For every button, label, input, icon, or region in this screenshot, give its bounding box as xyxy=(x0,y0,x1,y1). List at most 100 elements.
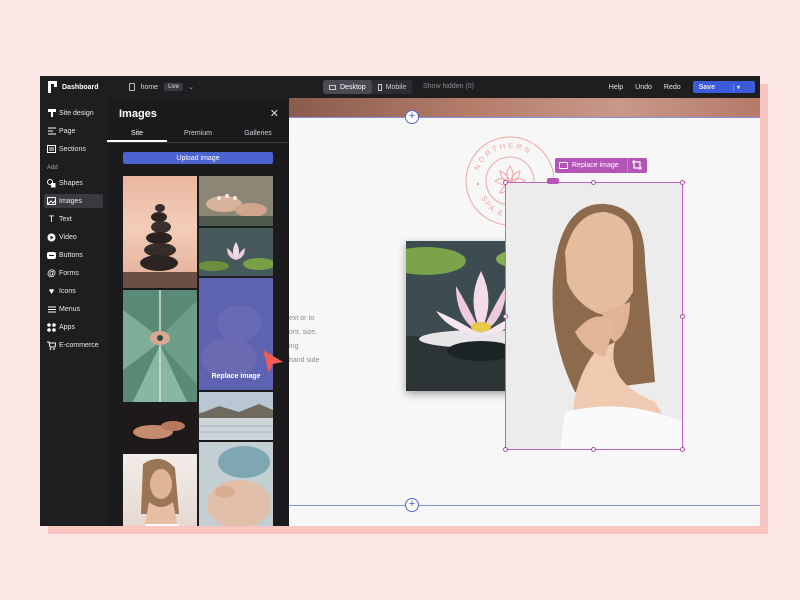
resize-handle-tr[interactable] xyxy=(680,180,685,185)
dashboard-link[interactable]: Dashboard xyxy=(62,84,99,91)
panel-tabs: Site Premium Galleries xyxy=(107,128,289,143)
close-icon[interactable]: ✕ xyxy=(270,107,279,120)
image-thumbnail-leaf-eye[interactable] xyxy=(123,290,197,402)
toolbar-divider xyxy=(626,158,628,173)
sidebar-item-label: Shapes xyxy=(59,179,83,187)
page-canvas[interactable]: + ext or to ont, size, ing hand side NOR… xyxy=(289,98,760,526)
desktop-toggle[interactable]: Desktop xyxy=(323,80,372,94)
mobile-label: Mobile xyxy=(385,83,407,91)
resize-handle-b[interactable] xyxy=(591,447,596,452)
layer-tag[interactable] xyxy=(547,178,559,184)
section-divider-top xyxy=(289,117,760,118)
beads-hands-image xyxy=(199,176,273,226)
sidebar-item-label: Video xyxy=(59,233,77,241)
left-sidebar: Site design Page Sections Add Shapes Ima… xyxy=(40,98,107,526)
sidebar-item-shapes[interactable]: Shapes xyxy=(44,176,103,190)
tab-galleries[interactable]: Galleries xyxy=(228,130,288,137)
show-hidden-toggle[interactable]: Show hidden (0) xyxy=(423,83,474,90)
chevron-down-icon[interactable]: ⌄ xyxy=(188,83,194,91)
desktop-icon xyxy=(329,84,336,90)
tab-premium[interactable]: Premium xyxy=(168,130,228,137)
sidebar-item-label: Apps xyxy=(59,323,75,331)
sidebar-item-page[interactable]: Page xyxy=(44,124,103,138)
logo-text-top: NORTHERN xyxy=(472,141,531,172)
body-text-line: ont, size, xyxy=(289,329,318,336)
sidebar-item-site-design[interactable]: Site design xyxy=(44,106,103,120)
sidebar-item-video[interactable]: Video xyxy=(44,230,103,244)
sidebar-item-label: Text xyxy=(59,215,72,223)
image-thumbnail-stones[interactable] xyxy=(123,176,197,288)
image-thumbnail-massage[interactable] xyxy=(199,442,273,526)
at-icon: @ xyxy=(47,268,56,278)
sidebar-item-sections[interactable]: Sections xyxy=(44,142,103,156)
heart-icon: ♥ xyxy=(48,286,55,296)
shapes-icon xyxy=(47,178,56,188)
desktop-label: Desktop xyxy=(340,83,366,91)
editor-window: Dashboard home Live ⌄ Desktop Mobile Sho… xyxy=(40,76,760,526)
resize-handle-t[interactable] xyxy=(591,180,596,185)
sidebar-item-label: Page xyxy=(59,127,76,135)
hero-section-image[interactable] xyxy=(289,98,760,118)
page-selector[interactable]: home xyxy=(141,84,159,91)
brush-icon xyxy=(47,109,56,118)
sidebar-item-menus[interactable]: Menus xyxy=(44,302,103,316)
image-thumbnail-resort[interactable] xyxy=(199,392,273,440)
add-heading: Add xyxy=(47,165,58,171)
upload-image-button[interactable]: Upload image xyxy=(123,152,273,164)
mobile-toggle[interactable]: Mobile xyxy=(372,80,413,94)
sidebar-item-forms[interactable]: @ Forms xyxy=(44,266,103,280)
brand-logo-icon[interactable] xyxy=(48,81,58,93)
resize-handle-tl[interactable] xyxy=(503,180,508,185)
resize-handle-bl[interactable] xyxy=(503,447,508,452)
leaf-portrait-image xyxy=(123,290,197,402)
sidebar-item-label: Sections xyxy=(59,145,86,153)
stacked-stones-image xyxy=(123,204,197,288)
undo-button[interactable]: Undo xyxy=(635,84,652,91)
help-button[interactable]: Help xyxy=(609,84,623,91)
body-text-block[interactable]: ext or to ont, size, ing hand side xyxy=(289,312,319,368)
sidebar-item-ecommerce[interactable]: E-commerce xyxy=(44,338,103,352)
mouse-pointer-icon xyxy=(263,350,283,373)
save-label: Save xyxy=(698,83,715,91)
add-section-top-icon[interactable]: + xyxy=(405,110,419,124)
apps-icon xyxy=(47,322,56,332)
sidebar-item-text[interactable]: T Text xyxy=(44,212,103,226)
sidebar-item-label: E-commerce xyxy=(59,341,99,349)
section-divider-bottom xyxy=(289,505,760,506)
sidebar-item-label: Images xyxy=(59,197,82,205)
resize-handle-l[interactable] xyxy=(503,314,508,319)
crop-icon[interactable] xyxy=(631,159,642,172)
tab-site[interactable]: Site xyxy=(107,130,167,137)
image-icon xyxy=(559,162,568,169)
sidebar-item-images[interactable]: Images xyxy=(44,194,103,208)
resort-pool-image xyxy=(199,392,273,440)
active-tab-indicator xyxy=(107,140,167,142)
text-icon: T xyxy=(48,214,55,224)
sidebar-item-buttons[interactable]: Buttons xyxy=(44,248,103,262)
redo-button[interactable]: Redo xyxy=(664,84,681,91)
cart-icon xyxy=(47,341,56,350)
image-icon xyxy=(47,197,56,206)
resize-handle-r[interactable] xyxy=(680,314,685,319)
upload-label: Upload image xyxy=(176,154,220,162)
replace-image-overlay-label: Replace image xyxy=(211,373,261,380)
sections-icon xyxy=(47,145,56,154)
image-thumbnail-hands[interactable] xyxy=(123,404,197,452)
save-options-chevron-icon[interactable]: ▾ xyxy=(732,83,743,91)
image-thumbnail-lotus[interactable] xyxy=(199,228,273,276)
image-thumbnail-beads[interactable] xyxy=(199,176,273,226)
replace-image-toolbar: Replace image xyxy=(555,158,647,173)
replace-image-button[interactable]: Replace image xyxy=(572,162,619,169)
image-selection-box[interactable] xyxy=(505,182,683,450)
sidebar-item-icons[interactable]: ♥ Icons xyxy=(44,284,103,298)
sidebar-item-label: Site design xyxy=(59,109,94,117)
image-thumbnail-woman[interactable] xyxy=(123,454,197,526)
woman-portrait-image xyxy=(141,458,179,526)
sidebar-item-apps[interactable]: Apps xyxy=(44,320,103,334)
save-button[interactable]: Save ▾ xyxy=(692,81,755,93)
resize-handle-br[interactable] xyxy=(680,447,685,452)
add-section-bottom-icon[interactable]: + xyxy=(405,498,419,512)
play-icon xyxy=(47,233,56,242)
back-massage-image xyxy=(199,442,273,526)
top-actions: Help Undo Redo Save ▾ xyxy=(609,80,755,94)
